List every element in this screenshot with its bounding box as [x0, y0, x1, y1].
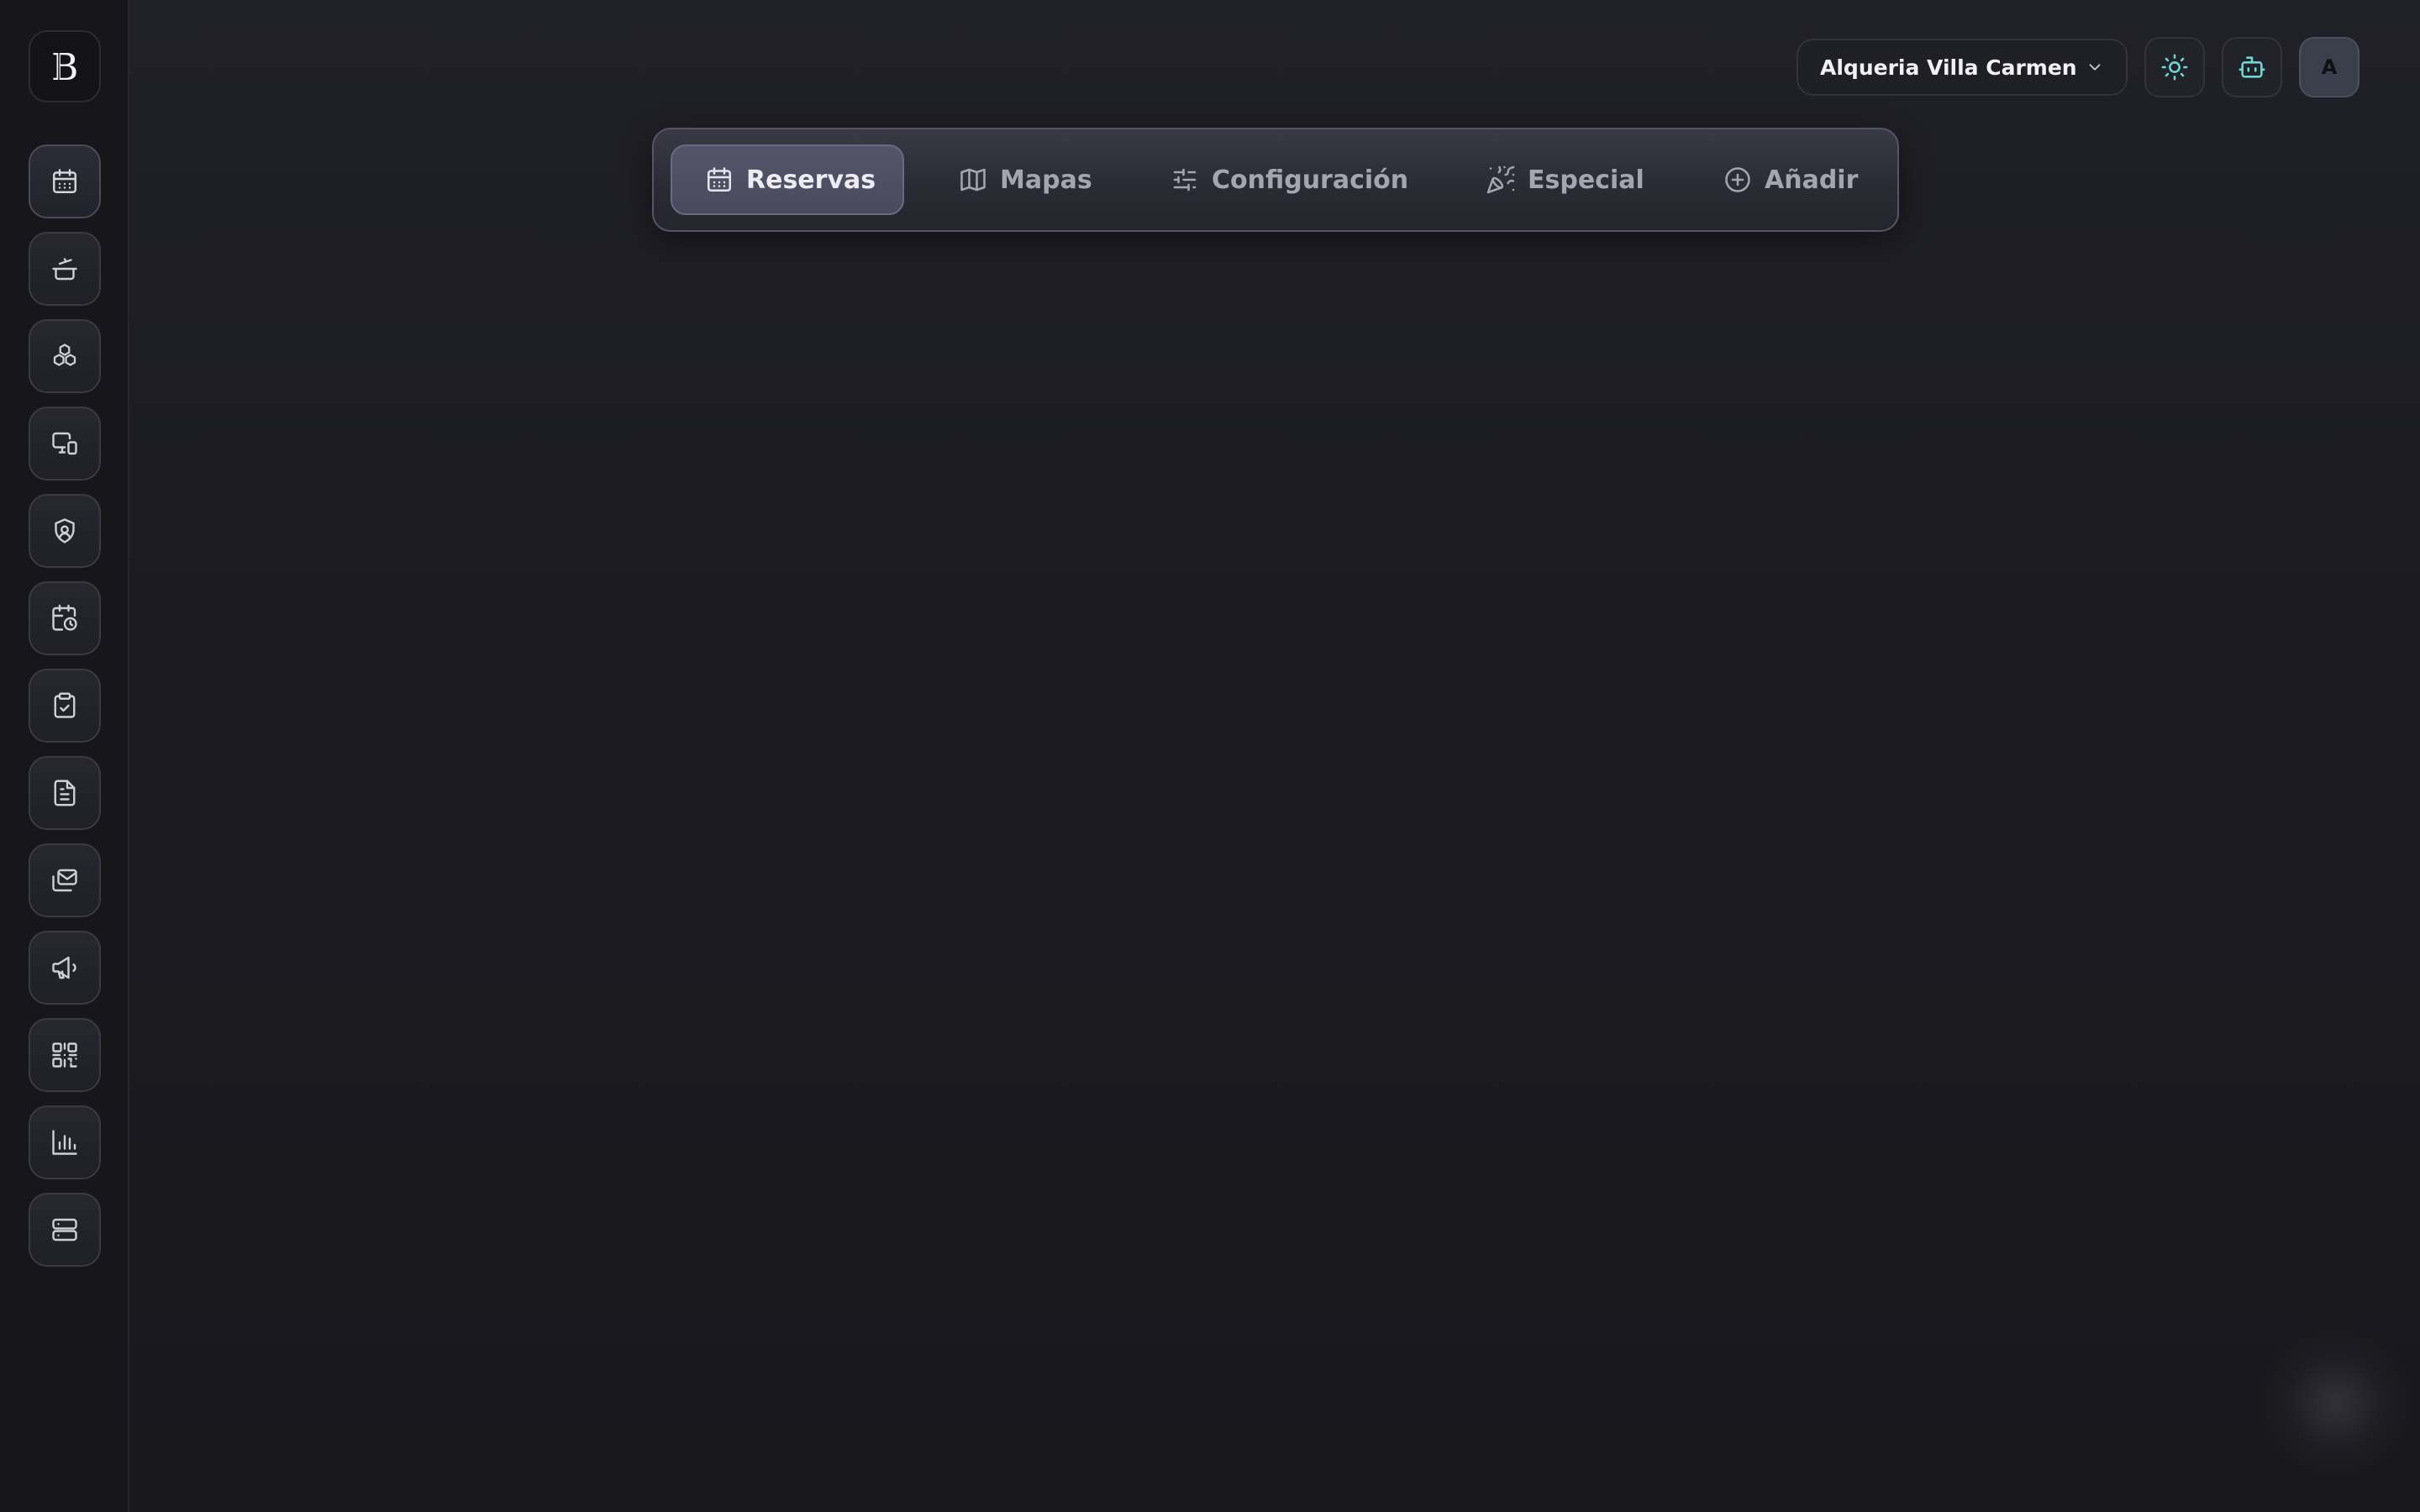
brand-logo[interactable]: B [29, 30, 101, 102]
floating-glow [2260, 1327, 2412, 1478]
monitor-smartphone-icon [52, 432, 77, 455]
sidebar-item-tasks[interactable] [29, 669, 101, 743]
sidebar-nav [29, 144, 101, 1267]
sidebar-item-documents[interactable] [29, 756, 101, 830]
tab-mapas[interactable]: Mapas [958, 144, 1092, 215]
tab-anadir[interactable]: Añadir [1723, 144, 1858, 215]
sidebar-item-server[interactable] [29, 1193, 101, 1267]
tab-label: Especial [1528, 165, 1644, 195]
plus-circle-icon [1725, 167, 1750, 192]
sidebar-item-boxes[interactable] [29, 319, 101, 393]
avatar-initial: A [2321, 55, 2338, 79]
sidebar-item-calendar[interactable] [29, 144, 101, 218]
venue-name: Alqueria Villa Carmen [1820, 55, 2077, 80]
sidebar-item-mail[interactable] [29, 843, 101, 917]
shield-user-icon [55, 518, 75, 543]
bot-icon [2238, 56, 2265, 78]
bar-chart-icon [52, 1130, 77, 1155]
sidebar-item-marketing[interactable] [29, 931, 101, 1005]
tab-label: Configuración [1212, 165, 1409, 195]
sidebar-item-qr[interactable] [29, 1018, 101, 1092]
theme-toggle-button[interactable] [2144, 37, 2205, 97]
tab-reservas[interactable]: Reservas [671, 144, 904, 215]
server-icon [52, 1218, 77, 1242]
calendar-clock-icon [52, 604, 77, 631]
chevron-down-icon [2089, 64, 2101, 71]
sidebar-item-security[interactable] [29, 494, 101, 568]
boxes-icon [53, 344, 76, 366]
cooking-pot-icon [52, 258, 77, 281]
calendar-icon [53, 169, 76, 193]
section-tabs: Reservas Mapas Configuración Especial Añ… [652, 128, 1899, 232]
sliders-icon [1173, 168, 1197, 192]
sidebar: B [0, 0, 129, 1512]
sidebar-item-cooking[interactable] [29, 232, 101, 306]
assistant-button[interactable] [2222, 37, 2282, 97]
venue-selector[interactable]: Alqueria Villa Carmen [1797, 39, 2128, 96]
qr-code-icon [52, 1042, 77, 1068]
sun-icon [2161, 54, 2188, 81]
sidebar-item-analytics[interactable] [29, 1105, 101, 1179]
sidebar-item-schedule[interactable] [29, 581, 101, 655]
file-text-icon [54, 780, 76, 806]
sidebar-item-devices[interactable] [29, 407, 101, 480]
calendar-icon [707, 167, 732, 192]
logo-icon: B [51, 46, 78, 87]
tab-configuracion[interactable]: Configuración [1170, 144, 1408, 215]
tab-especial[interactable]: Especial [1486, 144, 1644, 215]
avatar[interactable]: A [2299, 37, 2360, 97]
party-popper-icon [1486, 165, 1515, 194]
megaphone-icon [52, 956, 76, 979]
tab-label: Reservas [746, 165, 876, 195]
tab-label: Añadir [1765, 165, 1859, 195]
clipboard-check-icon [54, 692, 76, 718]
mails-icon [52, 869, 77, 892]
map-icon [960, 168, 986, 192]
app-root: B Alqueria Villa Carmen A Reservas Mapas… [0, 0, 2420, 1512]
tab-label: Mapas [1000, 165, 1092, 195]
svg-text:B: B [51, 46, 78, 87]
